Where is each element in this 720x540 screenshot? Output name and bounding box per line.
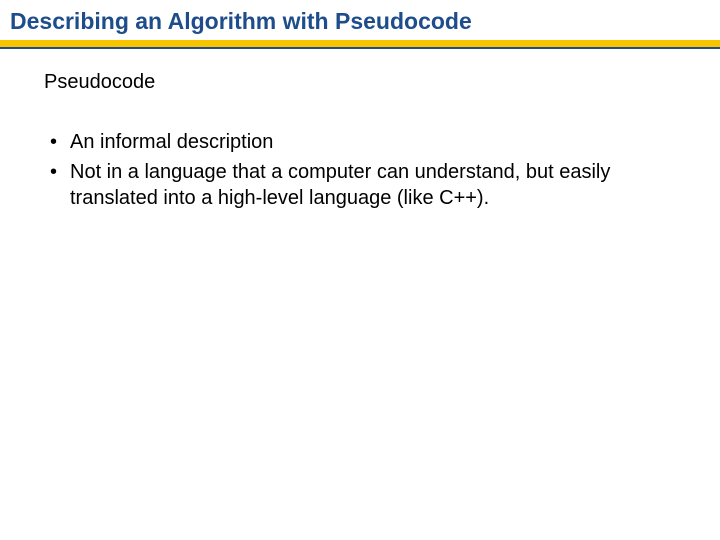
content-area: Pseudocode An informal description Not i… xyxy=(0,49,720,211)
title-bar: Describing an Algorithm with Pseudocode xyxy=(0,0,720,36)
bullet-list: An informal description Not in a languag… xyxy=(48,129,680,211)
title-rule xyxy=(0,40,720,49)
list-item: An informal description xyxy=(48,129,680,155)
slide: Describing an Algorithm with Pseudocode … xyxy=(0,0,720,540)
subheading: Pseudocode xyxy=(44,69,680,95)
rule-yellow xyxy=(0,40,720,47)
slide-title: Describing an Algorithm with Pseudocode xyxy=(10,8,710,36)
list-item: Not in a language that a computer can un… xyxy=(48,159,680,211)
